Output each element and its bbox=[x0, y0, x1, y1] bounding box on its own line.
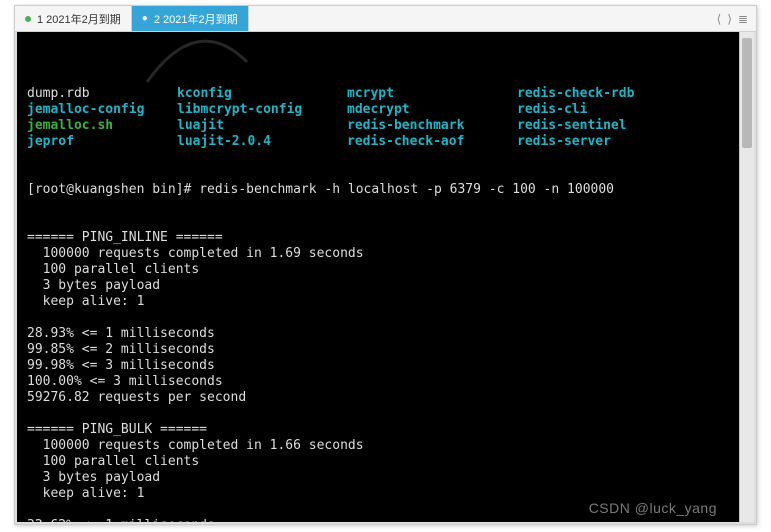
output-line: 100.00% <= 3 milliseconds bbox=[27, 374, 729, 390]
output-line: 100 parallel clients bbox=[27, 262, 729, 278]
output-line: 100 parallel clients bbox=[27, 454, 729, 470]
scrollbar-thumb[interactable] bbox=[742, 38, 752, 148]
output-line: ====== PING_BULK ====== bbox=[27, 422, 729, 438]
output-line: 100000 requests completed in 1.66 second… bbox=[27, 438, 729, 454]
prompt-command: redis-benchmark -h localhost -p 6379 -c … bbox=[199, 182, 614, 197]
ls-entry: redis-check-rdb bbox=[517, 86, 634, 102]
output-line: 59276.82 requests per second bbox=[27, 390, 729, 406]
ls-entry: luajit bbox=[177, 118, 347, 134]
output-line bbox=[27, 406, 729, 422]
output-line: 32.62% <= 1 milliseconds bbox=[27, 518, 729, 522]
tab-bar: 1 2021年2月到期 ● 2 2021年2月到期 ⟨ ⟩ ≣ bbox=[15, 6, 756, 32]
ls-entry: redis-cli bbox=[517, 102, 587, 118]
output-line: 3 bytes payload bbox=[27, 278, 729, 294]
output-line: keep alive: 1 bbox=[27, 294, 729, 310]
tab-1[interactable]: 1 2021年2月到期 bbox=[15, 6, 132, 31]
output-line: 28.93% <= 1 milliseconds bbox=[27, 326, 729, 342]
terminal-window: 1 2021年2月到期 ● 2 2021年2月到期 ⟨ ⟩ ≣ dump.rdb… bbox=[14, 5, 757, 525]
ls-row: dump.rdbkconfigmcryptredis-check-rdb bbox=[27, 86, 729, 102]
output-line: keep alive: 1 bbox=[27, 486, 729, 502]
output-line: 3 bytes payload bbox=[27, 470, 729, 486]
tab-2[interactable]: ● 2 2021年2月到期 bbox=[132, 6, 249, 31]
tab-label: 2 2021年2月到期 bbox=[154, 11, 238, 27]
benchmark-output: ====== PING_INLINE ====== 100000 request… bbox=[27, 230, 729, 522]
prompt-userhost: [root@kuangshen bin]# bbox=[27, 182, 199, 197]
output-line bbox=[27, 502, 729, 518]
output-line: 100000 requests completed in 1.69 second… bbox=[27, 246, 729, 262]
ls-entry: dump.rdb bbox=[27, 86, 177, 102]
ls-entry: luajit-2.0.4 bbox=[177, 134, 347, 150]
ls-row: jemalloc.shluajitredis-benchmarkredis-se… bbox=[27, 118, 729, 134]
ls-entry: redis-benchmark bbox=[347, 118, 517, 134]
prev-icon[interactable]: ⟨ bbox=[717, 12, 722, 26]
ls-entry: jeprof bbox=[27, 134, 177, 150]
scrollbar[interactable] bbox=[739, 32, 754, 522]
ls-entry: kconfig bbox=[177, 86, 347, 102]
menu-icon[interactable]: ≣ bbox=[738, 12, 748, 26]
output-line: 99.98% <= 3 milliseconds bbox=[27, 358, 729, 374]
ls-entry: redis-sentinel bbox=[517, 118, 627, 134]
ls-row: jemalloc-configlibmcrypt-configmdecryptr… bbox=[27, 102, 729, 118]
ls-entry: mcrypt bbox=[347, 86, 517, 102]
prompt-line: [root@kuangshen bin]# redis-benchmark -h… bbox=[27, 182, 729, 198]
terminal-body-wrap: dump.rdbkconfigmcryptredis-check-rdbjema… bbox=[15, 32, 756, 524]
ls-entry: jemalloc.sh bbox=[27, 118, 177, 134]
ls-entry: libmcrypt-config bbox=[177, 102, 347, 118]
status-dot-icon: ● bbox=[142, 13, 148, 24]
output-line: ====== PING_INLINE ====== bbox=[27, 230, 729, 246]
watermark-curve-icon bbox=[137, 32, 257, 92]
ls-row: jeprofluajit-2.0.4redis-check-aofredis-s… bbox=[27, 134, 729, 150]
output-line: 99.85% <= 2 milliseconds bbox=[27, 342, 729, 358]
ls-entry: redis-check-aof bbox=[347, 134, 517, 150]
tabbar-controls: ⟨ ⟩ ≣ bbox=[717, 6, 756, 31]
ls-entry: redis-server bbox=[517, 134, 611, 150]
ls-entry: mdecrypt bbox=[347, 102, 517, 118]
output-line bbox=[27, 310, 729, 326]
ls-entry: jemalloc-config bbox=[27, 102, 177, 118]
tab-label: 1 2021年2月到期 bbox=[37, 11, 121, 27]
status-dot-icon bbox=[25, 16, 31, 22]
next-icon[interactable]: ⟩ bbox=[727, 12, 732, 26]
file-listing: dump.rdbkconfigmcryptredis-check-rdbjema… bbox=[27, 86, 729, 150]
terminal-output[interactable]: dump.rdbkconfigmcryptredis-check-rdbjema… bbox=[17, 32, 739, 522]
